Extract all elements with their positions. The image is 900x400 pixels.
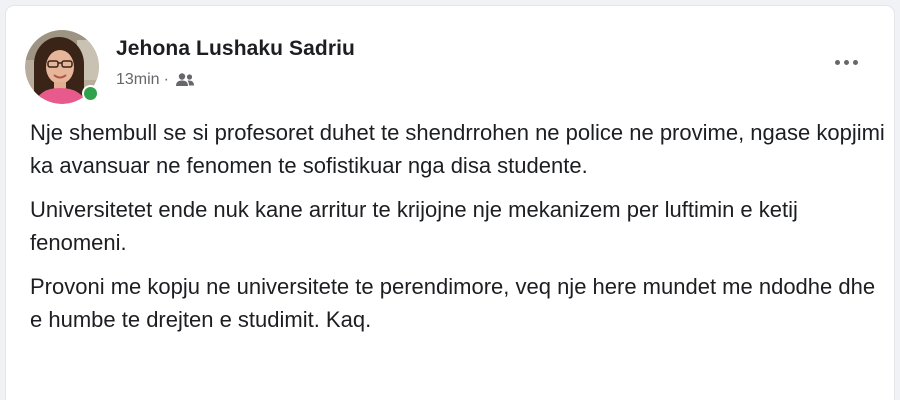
- post-card: Jehona Lushaku Sadriu 13min · Nje shembu…: [6, 6, 894, 400]
- post-meta: 13min ·: [116, 71, 195, 89]
- post-paragraph-1: Nje shembull se si profesoret duhet te s…: [30, 120, 885, 178]
- post-paragraph-2: Universitetet ende nuk kane arritur te k…: [30, 197, 798, 255]
- post-body: Nje shembull se si profesoret duhet te s…: [30, 116, 885, 347]
- author-name[interactable]: Jehona Lushaku Sadriu: [116, 37, 355, 61]
- author-avatar[interactable]: [25, 30, 99, 104]
- more-options-icon[interactable]: [828, 50, 864, 74]
- online-status-indicator: [82, 85, 99, 102]
- more-dot: [843, 59, 849, 65]
- meta-separator: ·: [163, 71, 169, 88]
- post-paragraph-3: Provoni me kopju ne universitete te pere…: [30, 274, 876, 332]
- more-dot: [834, 59, 840, 65]
- post-timestamp[interactable]: 13min: [116, 71, 160, 89]
- friends-icon[interactable]: [175, 72, 195, 88]
- more-dot: [852, 59, 858, 65]
